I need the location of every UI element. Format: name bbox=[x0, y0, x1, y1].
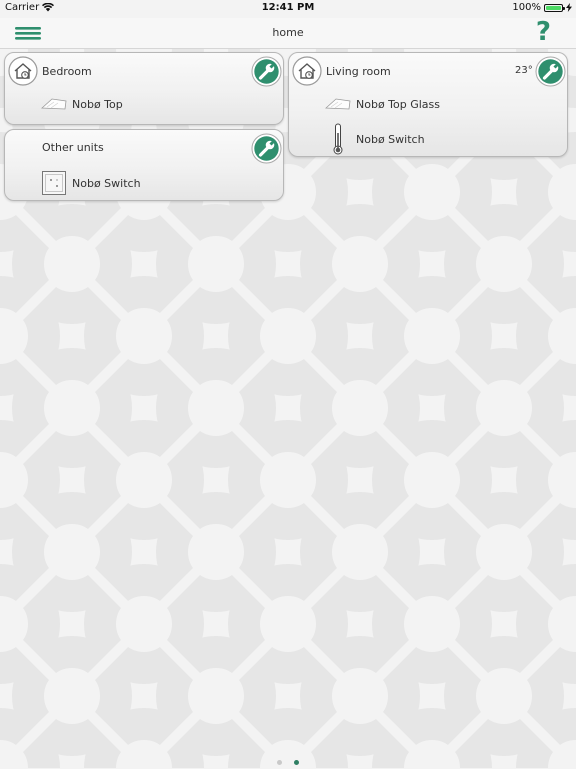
device-name: Nobø Switch bbox=[72, 176, 141, 190]
thermometer-icon bbox=[333, 123, 343, 155]
status-bar: Carrier 12:41 PM 100% bbox=[0, 0, 576, 18]
battery-percent: 100% bbox=[512, 2, 541, 13]
zone-name: Bedroom bbox=[42, 65, 92, 78]
zone-card-living-room[interactable]: Living room 23° Nobø Top Glass Nobø Swit… bbox=[288, 52, 568, 157]
page-title: home bbox=[272, 26, 304, 39]
zone-name: Other units bbox=[42, 141, 104, 154]
heater-panel-icon bbox=[41, 98, 67, 110]
wall-switch-icon bbox=[42, 171, 66, 195]
device-name: Nobø Top bbox=[72, 97, 123, 111]
status-time: 12:41 PM bbox=[261, 2, 315, 13]
page-dot-2[interactable] bbox=[293, 760, 299, 765]
navigation-bar: home ? bbox=[0, 18, 576, 49]
wrench-settings-icon[interactable] bbox=[251, 56, 282, 87]
device-item[interactable]: Nobø Switch bbox=[325, 123, 425, 155]
zone-home-timer-icon bbox=[292, 56, 322, 86]
device-name: Nobø Switch bbox=[356, 132, 425, 146]
zone-name: Living room bbox=[326, 65, 391, 78]
device-item[interactable]: Nobø Switch bbox=[41, 170, 141, 196]
page-indicator[interactable] bbox=[0, 750, 576, 769]
wrench-settings-icon[interactable] bbox=[535, 56, 566, 87]
battery-status: 100% bbox=[512, 2, 572, 13]
charging-bolt-icon bbox=[566, 3, 572, 12]
heater-panel-icon bbox=[325, 98, 351, 110]
battery-icon bbox=[544, 3, 565, 12]
device-item[interactable]: Nobø Top bbox=[41, 97, 123, 111]
zone-card-other-units[interactable]: Other units Nobø Switch bbox=[4, 129, 284, 201]
zone-card-bedroom[interactable]: Bedroom Nobø Top bbox=[4, 52, 284, 125]
wrench-settings-icon[interactable] bbox=[251, 133, 282, 164]
device-item[interactable]: Nobø Top Glass bbox=[325, 97, 440, 111]
device-name: Nobø Top Glass bbox=[356, 97, 441, 111]
page-dot-1[interactable] bbox=[277, 760, 283, 765]
help-button[interactable]: ? bbox=[536, 18, 551, 46]
zone-temperature: 23° bbox=[515, 65, 533, 76]
zone-home-timer-icon bbox=[8, 56, 38, 86]
